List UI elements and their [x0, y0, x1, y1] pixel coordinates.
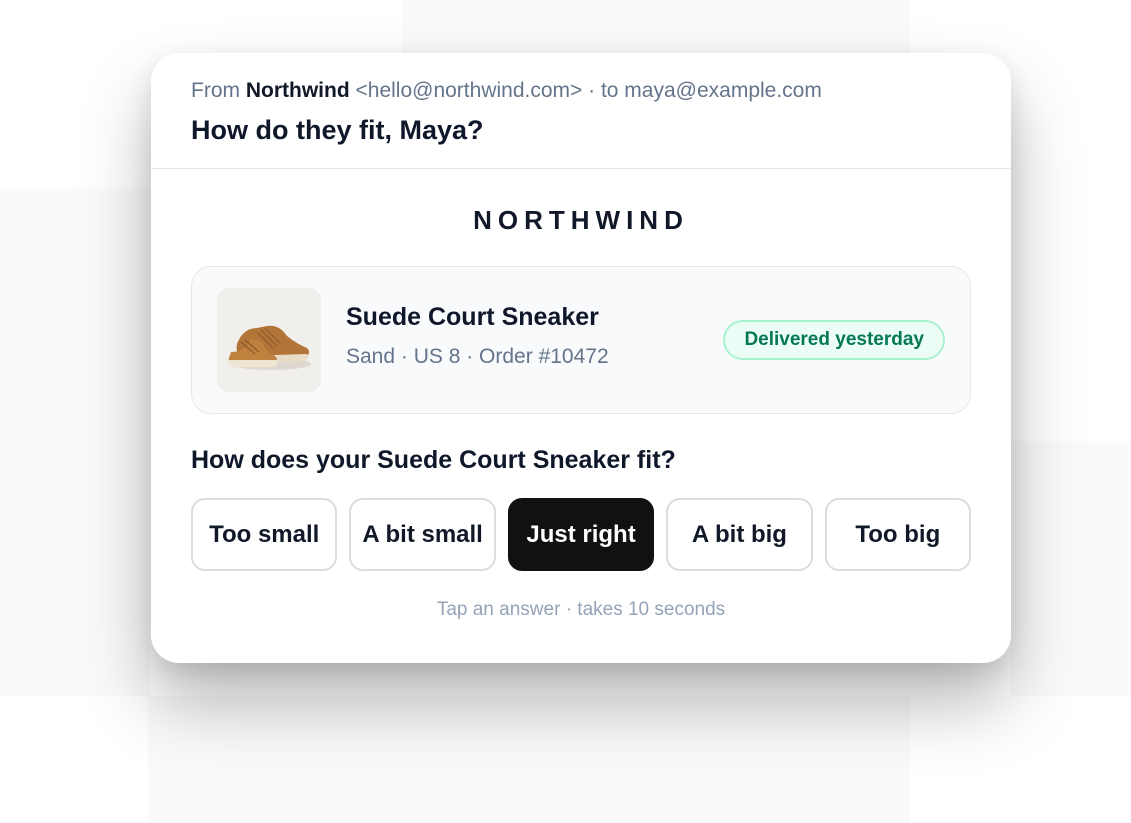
product-meta: Sand · US 8 · Order #10472: [346, 345, 609, 368]
fit-option-just-right[interactable]: Just right: [507, 498, 655, 571]
sneaker-image: [217, 288, 321, 392]
fit-option-a-bit-big[interactable]: A bit big: [666, 498, 813, 571]
sneaker-illustration: [228, 325, 311, 370]
recipient-text: · to maya@example.com: [588, 79, 822, 102]
background-tile: [1011, 441, 1131, 696]
fit-options: Too small A bit small Just right A bit b…: [191, 498, 972, 571]
background-tile: [402, 0, 910, 53]
product-card[interactable]: Suede Court Sneaker Sand · US 8 · Order …: [191, 266, 971, 414]
email-subject: How do they fit, Maya?: [191, 115, 484, 145]
fit-question: How does your Suede Court Sneaker fit?: [191, 446, 676, 474]
product-name: Suede Court Sneaker: [346, 303, 599, 331]
survey-hint: Tap an answer · takes 10 seconds: [436, 599, 726, 620]
sender-address[interactable]: <hello@northwind.com>: [356, 79, 583, 102]
email-card: From Northwind <hello@northwind.com> · t…: [151, 53, 1011, 663]
fit-option-a-bit-small[interactable]: A bit small: [349, 498, 496, 571]
from-prefix: From: [191, 79, 240, 102]
fit-option-too-big[interactable]: Too big: [824, 498, 972, 571]
brand-logo: NORTHWIND: [473, 205, 689, 235]
sender-name[interactable]: Northwind: [246, 79, 350, 102]
background-tile: [0, 188, 150, 696]
fit-option-too-small[interactable]: Too small: [191, 498, 338, 571]
email-header: From Northwind <hello@northwind.com> · t…: [151, 53, 1011, 169]
from-line: From Northwind <hello@northwind.com> · t…: [191, 77, 971, 105]
status-badge: Delivered yesterday: [723, 320, 945, 360]
background-tile: [148, 696, 910, 823]
